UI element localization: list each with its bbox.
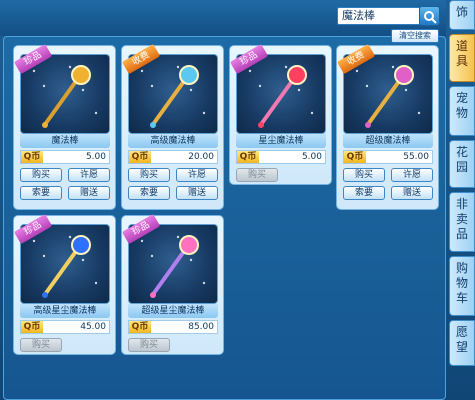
side-tab-5[interactable]: 购物车 bbox=[449, 256, 475, 316]
item-price: 5.00 bbox=[301, 152, 322, 162]
qbi-label: Q币 bbox=[129, 321, 151, 333]
wish-button[interactable]: 许愿 bbox=[68, 168, 110, 182]
item-price: 5.00 bbox=[85, 152, 106, 162]
wand-icon bbox=[29, 61, 98, 128]
buy-button[interactable]: 购买 bbox=[20, 338, 62, 352]
wand-icon bbox=[137, 231, 206, 298]
wand-icon bbox=[29, 231, 98, 298]
wish-button[interactable]: 许愿 bbox=[391, 168, 433, 182]
price-row: Q币 85.00 bbox=[128, 320, 218, 334]
item-name: 超级星尘魔法棒 bbox=[128, 304, 218, 318]
side-tab-3[interactable]: 花园 bbox=[449, 140, 475, 188]
gift-button[interactable]: 赠送 bbox=[391, 186, 433, 200]
item-name: 高级魔法棒 bbox=[128, 134, 218, 148]
buy-button[interactable]: 购买 bbox=[128, 168, 170, 182]
item-card: 收费 高级魔法棒 Q币 20.00 购买 许愿 索要 赠送 bbox=[121, 44, 224, 210]
side-tab-6[interactable]: 愿望 bbox=[449, 320, 475, 366]
qbi-label: Q币 bbox=[237, 151, 259, 163]
search-input[interactable]: 魔法棒 bbox=[337, 7, 422, 25]
wish-button[interactable]: 许愿 bbox=[176, 168, 218, 182]
qbi-label: Q币 bbox=[344, 151, 366, 163]
item-price: 55.00 bbox=[403, 152, 429, 162]
item-card: 收费 超级魔法棒 Q币 55.00 购买 许愿 索要 赠送 bbox=[336, 44, 439, 210]
price-row: Q币 45.00 bbox=[20, 320, 110, 334]
wand-icon bbox=[245, 61, 314, 128]
item-price: 85.00 bbox=[188, 322, 214, 332]
item-card: 珍品 超级星尘魔法棒 Q币 85.00 购买 bbox=[121, 214, 224, 355]
item-card: 珍品 星尘魔法棒 Q币 5.00 购买 bbox=[229, 44, 332, 185]
item-card: 珍品 高级星尘魔法棒 Q币 45.00 购买 bbox=[13, 214, 116, 355]
gift-button[interactable]: 赠送 bbox=[176, 186, 218, 200]
price-row: Q币 20.00 bbox=[128, 150, 218, 164]
side-tabs: 饰道具宠物花园非卖品购物车愿望 bbox=[449, 0, 475, 400]
item-name: 魔法棒 bbox=[20, 134, 110, 148]
qbi-label: Q币 bbox=[21, 321, 43, 333]
item-price: 45.00 bbox=[80, 322, 106, 332]
buy-button[interactable]: 购买 bbox=[128, 338, 170, 352]
item-name: 超级魔法棒 bbox=[343, 134, 433, 148]
item-card: 珍品 魔法棒 Q币 5.00 购买 许愿 索要 赠送 bbox=[13, 44, 116, 210]
buy-button[interactable]: 购买 bbox=[20, 168, 62, 182]
price-row: Q币 5.00 bbox=[236, 150, 326, 164]
search-button[interactable] bbox=[419, 6, 440, 26]
gift-button[interactable]: 赠送 bbox=[68, 186, 110, 200]
buy-button[interactable]: 购买 bbox=[236, 168, 278, 182]
item-name: 高级星尘魔法棒 bbox=[20, 304, 110, 318]
buy-button[interactable]: 购买 bbox=[343, 168, 385, 182]
clear-search-button[interactable]: 清空搜索 bbox=[391, 29, 439, 43]
qbi-label: Q币 bbox=[21, 151, 43, 163]
item-name: 星尘魔法棒 bbox=[236, 134, 326, 148]
item-price: 20.00 bbox=[188, 152, 214, 162]
side-tab-2[interactable]: 宠物 bbox=[449, 86, 475, 136]
wand-icon bbox=[352, 61, 421, 128]
qbi-label: Q币 bbox=[129, 151, 151, 163]
side-tab-0[interactable]: 饰 bbox=[449, 0, 475, 30]
ask-button[interactable]: 索要 bbox=[343, 186, 385, 200]
price-row: Q币 55.00 bbox=[343, 150, 433, 164]
side-tab-1[interactable]: 道具 bbox=[449, 34, 475, 82]
side-tab-4[interactable]: 非卖品 bbox=[449, 192, 475, 252]
search-icon bbox=[424, 11, 437, 24]
ask-button[interactable]: 索要 bbox=[20, 186, 62, 200]
ask-button[interactable]: 索要 bbox=[128, 186, 170, 200]
wand-icon bbox=[137, 61, 206, 128]
price-row: Q币 5.00 bbox=[20, 150, 110, 164]
